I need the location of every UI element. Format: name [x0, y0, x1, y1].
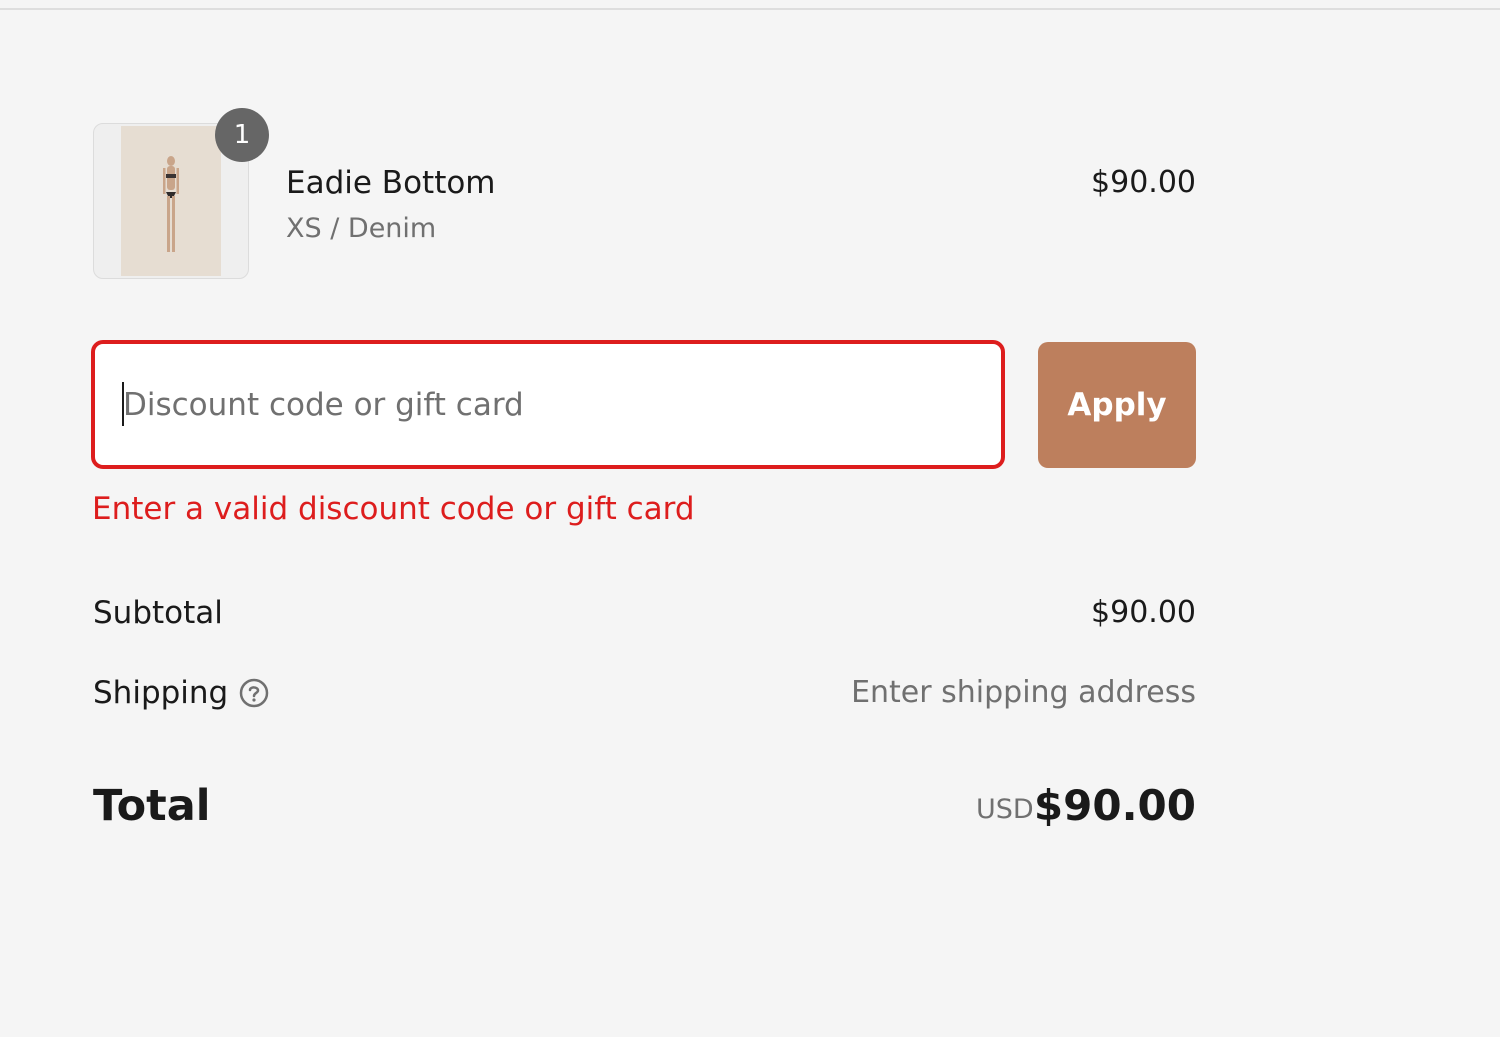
text-caret	[122, 382, 124, 426]
total-currency: USD	[976, 794, 1034, 825]
product-photo	[121, 126, 221, 276]
product-name: Eadie Bottom	[286, 165, 496, 201]
subtotal-value: $90.00	[1091, 595, 1196, 630]
product-variant: XS / Denim	[286, 213, 437, 244]
shipping-value: Enter shipping address	[851, 675, 1196, 710]
subtotal-label: Subtotal	[93, 595, 223, 631]
total-label: Total	[93, 781, 211, 831]
total-amount: $90.00	[1033, 781, 1196, 830]
model-figure-image	[121, 126, 221, 276]
apply-discount-button[interactable]: Apply	[1038, 342, 1196, 468]
top-divider	[0, 8, 1500, 10]
discount-error-message: Enter a valid discount code or gift card	[92, 491, 695, 527]
quantity-badge: 1	[215, 108, 269, 162]
help-icon[interactable]	[239, 678, 269, 708]
shipping-label: Shipping	[93, 675, 229, 711]
discount-code-input[interactable]	[91, 340, 1005, 469]
product-price: $90.00	[1091, 165, 1196, 200]
